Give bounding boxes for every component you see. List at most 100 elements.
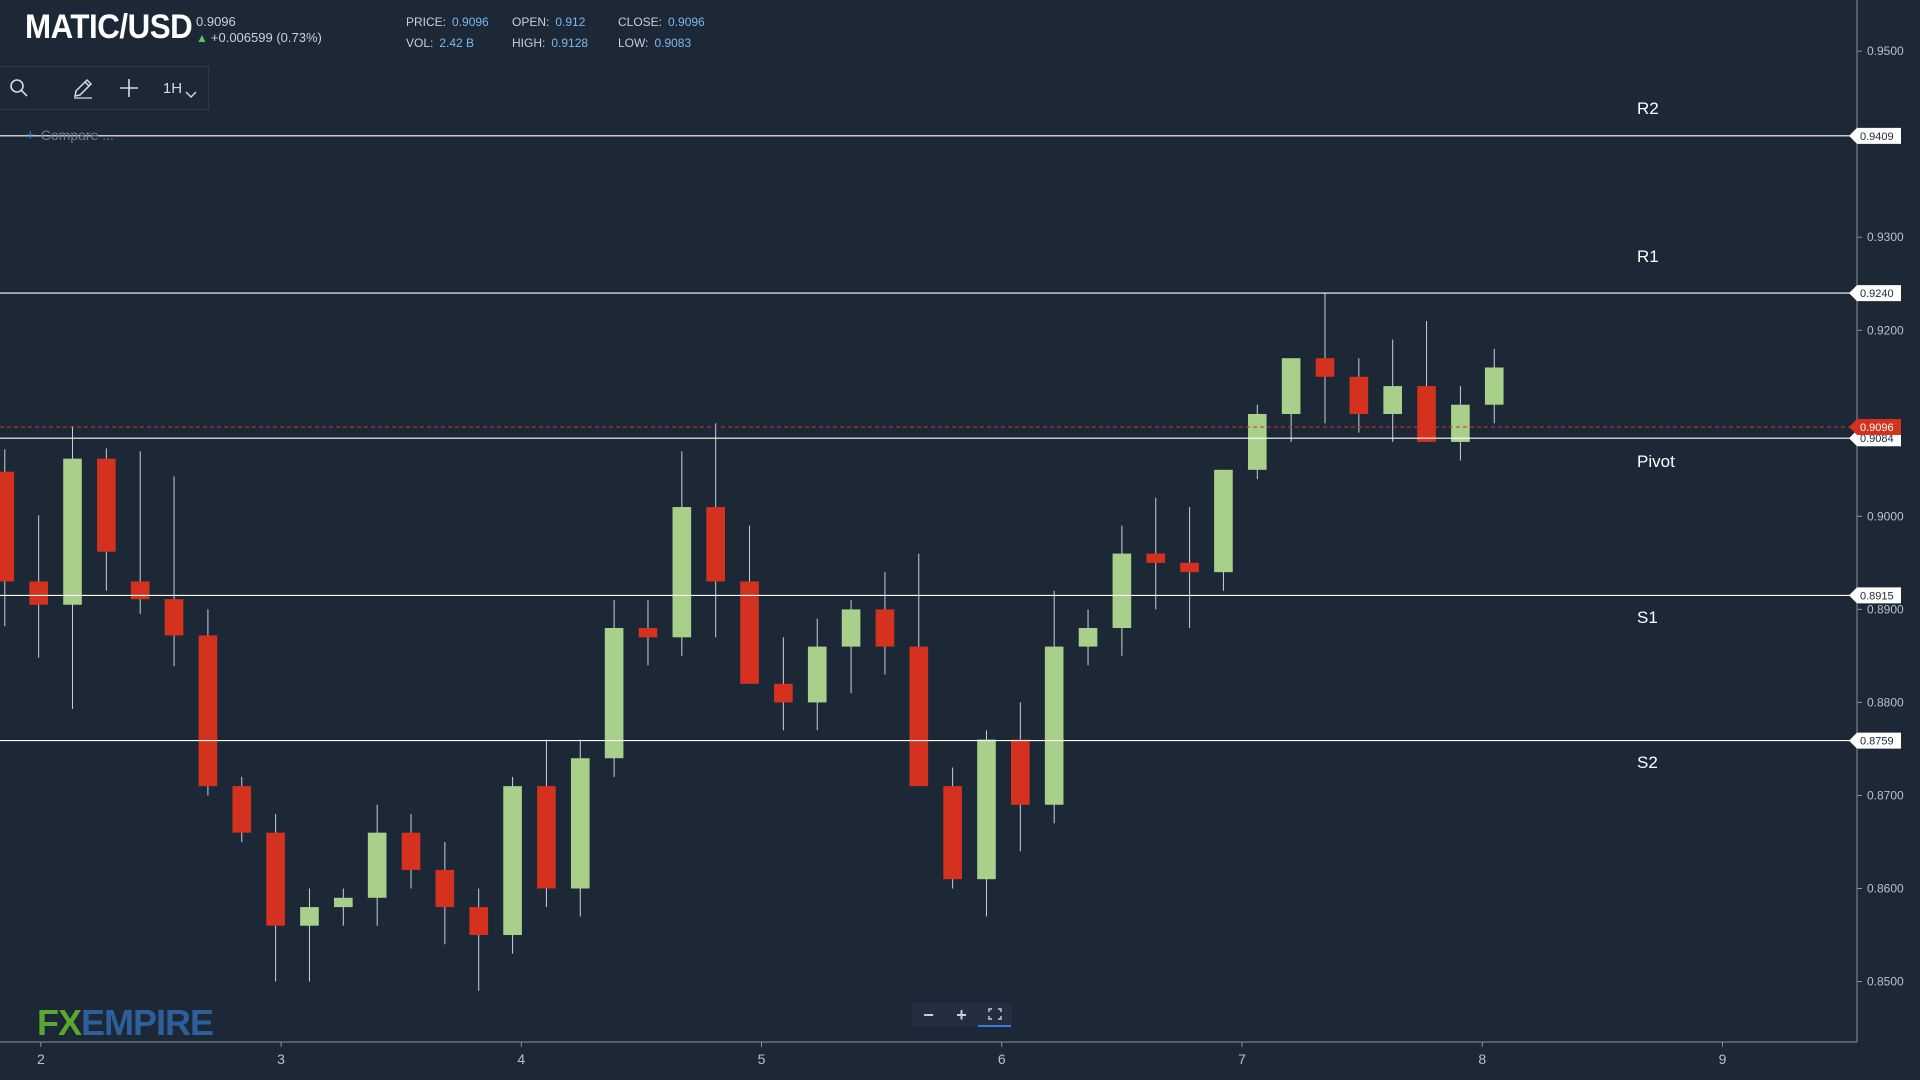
candle-down	[943, 786, 962, 880]
candle-down	[401, 832, 421, 870]
draw-button[interactable]	[68, 67, 98, 109]
level-price-tag-s2: 0.8759	[1849, 732, 1901, 749]
candle-up	[1112, 553, 1132, 628]
stat-close-value: 0.9096	[668, 15, 705, 29]
candle-down	[0, 471, 15, 582]
candle-up	[1484, 367, 1504, 405]
stat-price: PRICE: 0.9096	[406, 15, 489, 29]
candle-up	[1078, 627, 1098, 647]
price-chart[interactable]: 0.9500 0.9300 0.9200 0.9000 0.8900 0.8800 0.87…	[0, 0, 1920, 1080]
stat-high: HIGH: 0.9128	[512, 36, 588, 50]
price-change-text: +0.006599 (0.73%)	[210, 30, 322, 45]
candle-down	[198, 635, 218, 787]
candle-down	[774, 683, 793, 703]
candle-up	[1281, 358, 1301, 415]
candle-up	[570, 758, 590, 889]
y-tick-label: 0.8500	[1867, 975, 1904, 989]
zoom-controls: − +	[912, 1003, 1012, 1027]
candle-up	[807, 646, 827, 703]
zoom-out-button[interactable]: −	[912, 1005, 945, 1026]
search-icon	[10, 79, 28, 97]
x-tick-label: 7	[1238, 1051, 1246, 1067]
candle-down	[1146, 553, 1166, 563]
logo-empire: EMPIRE	[81, 1002, 214, 1043]
x-tick-label: 2	[37, 1051, 45, 1067]
candle-down	[130, 581, 150, 600]
fxempire-logo: FXEMPIRE	[37, 1002, 214, 1044]
stat-vol: VOL: 2.42 B	[406, 36, 474, 50]
candle-down	[1417, 386, 1436, 442]
x-tick-label: 6	[998, 1051, 1006, 1067]
timeframe-label: 1H	[162, 79, 183, 97]
search-button[interactable]	[4, 67, 34, 109]
stat-low-value: 0.9083	[654, 36, 692, 50]
y-tick-label: 0.9500	[1867, 44, 1904, 58]
stat-low-key: LOW:	[618, 36, 649, 50]
stat-open-key: OPEN:	[512, 15, 550, 29]
level-price-label: 0.8915	[1860, 590, 1894, 602]
stat-vol-value: 2.42 B	[439, 36, 475, 50]
candle-down	[97, 458, 116, 552]
last-price: 0.9096	[196, 14, 236, 29]
stat-close-key: CLOSE:	[618, 15, 663, 29]
candle-up	[672, 507, 692, 638]
candle-up	[1383, 386, 1403, 415]
zoom-in-button[interactable]: +	[945, 1005, 978, 1026]
symbol-title: MATIC/USD	[25, 8, 193, 46]
candle-down	[740, 581, 759, 684]
candles-group	[0, 293, 1504, 991]
chevron-down-icon	[185, 91, 197, 98]
compare-label: Compare ...	[40, 127, 114, 143]
fullscreen-button[interactable]	[978, 1004, 1011, 1027]
pencil-icon	[74, 78, 93, 99]
y-tick-label: 0.9000	[1867, 509, 1904, 523]
x-tick-label: 8	[1478, 1051, 1486, 1067]
add-indicator-button[interactable]	[114, 67, 144, 109]
candle-down	[1349, 376, 1369, 415]
stat-open-value: 0.912	[555, 15, 586, 29]
x-tick-label: 4	[517, 1051, 525, 1067]
timeframe-dropdown[interactable]: 1H	[158, 67, 202, 109]
candle-down	[266, 832, 285, 926]
x-tick-label: 5	[758, 1051, 766, 1067]
stat-close: CLOSE: 0.9096	[618, 15, 705, 29]
level-name-pivot: Pivot	[1637, 452, 1675, 471]
y-tick-label: 0.8800	[1867, 695, 1904, 709]
y-tick-label: 0.9200	[1867, 323, 1904, 337]
candle-down	[638, 627, 658, 638]
candle-down	[537, 786, 556, 889]
level-price-tag-r1: 0.9240	[1849, 285, 1901, 302]
compare-button[interactable]: + Compare ...	[26, 127, 114, 144]
stat-high-key: HIGH:	[512, 36, 546, 50]
plus-icon	[120, 79, 138, 97]
candle-up	[977, 739, 996, 880]
level-price-label: 0.9409	[1860, 131, 1894, 143]
plus-icon: +	[26, 127, 35, 144]
candle-up	[604, 627, 624, 759]
stat-price-value: 0.9096	[452, 15, 489, 29]
candle-up	[63, 458, 82, 605]
candle-up	[1247, 414, 1267, 470]
candle-down	[1011, 739, 1030, 805]
candle-down	[1315, 358, 1335, 377]
level-price-label: 0.8759	[1860, 736, 1894, 748]
candle-down	[909, 646, 929, 787]
level-price-tag-r2: 0.9409	[1849, 127, 1901, 144]
candle-down	[435, 869, 455, 908]
stat-price-key: PRICE:	[406, 15, 447, 29]
up-arrow-icon: ▲	[196, 31, 208, 45]
candle-up	[841, 609, 861, 647]
candle-down	[29, 581, 48, 605]
level-price-tag-s1: 0.8915	[1849, 587, 1901, 604]
candle-up	[1044, 646, 1064, 805]
stat-low: LOW: 0.9083	[618, 36, 691, 50]
level-name-r1: R1	[1637, 247, 1659, 266]
y-tick-label: 0.8900	[1867, 602, 1904, 616]
chart-toolbar: 1H	[0, 66, 209, 110]
price-change: ▲ +0.006599 (0.73%)	[196, 30, 322, 45]
candle-down	[1180, 562, 1199, 573]
level-name-s2: S2	[1637, 753, 1658, 772]
candle-up	[1214, 469, 1233, 573]
current-price-tag: 0.9096	[1849, 419, 1901, 436]
x-tick-label: 3	[277, 1051, 285, 1067]
